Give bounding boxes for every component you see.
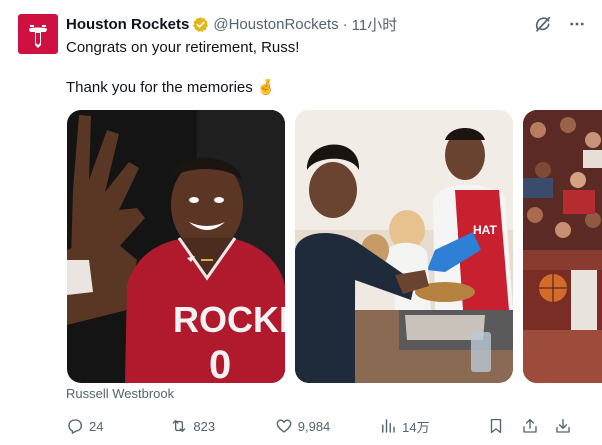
- header-actions: [534, 13, 586, 35]
- timestamp[interactable]: 11小时: [352, 14, 398, 35]
- views-button[interactable]: 14万: [379, 417, 487, 436]
- media-caption[interactable]: Russell Westbrook: [66, 386, 174, 401]
- bookmark-button[interactable]: [487, 417, 520, 435]
- repost-button[interactable]: 823: [170, 417, 274, 435]
- rockets-logo-icon: [29, 25, 47, 48]
- jersey-text: ROCKETS: [173, 299, 285, 340]
- download-icon: [556, 418, 571, 433]
- tweet-text: Congrats on your retirement, Russ! Thank…: [66, 38, 586, 98]
- author-name[interactable]: Houston Rockets: [66, 16, 189, 33]
- views-icon: [382, 419, 395, 433]
- reply-count: 24: [89, 418, 104, 434]
- tweet-text-line-2: Thank you for the memories 🤞: [66, 79, 276, 96]
- bookmark-icon: [491, 418, 502, 434]
- grok-icon[interactable]: [534, 15, 552, 33]
- download-button[interactable]: [554, 417, 578, 435]
- share-icon: [523, 418, 537, 433]
- repost-count: 823: [193, 418, 216, 434]
- avatar[interactable]: [18, 14, 58, 54]
- verified-badge-icon: [192, 16, 209, 33]
- apron-text: HAT: [473, 223, 497, 237]
- like-count: 9,984: [297, 418, 331, 434]
- media-photo-1[interactable]: ROCKETS 0: [67, 110, 285, 383]
- author-handle[interactable]: @HoustonRockets: [213, 16, 338, 33]
- reply-button[interactable]: 24: [66, 417, 170, 435]
- repost-icon: [173, 420, 186, 432]
- views-count: 14万: [402, 419, 430, 435]
- separator-dot: ·: [342, 15, 348, 33]
- media-photo-3[interactable]: [523, 110, 602, 383]
- media-carousel[interactable]: ROCKETS 0 HAT: [67, 110, 602, 383]
- jersey-number: 0: [209, 343, 231, 383]
- like-icon: [276, 419, 292, 433]
- tweet-text-line-1: Congrats on your retirement, Russ!: [66, 39, 300, 56]
- like-button[interactable]: 9,984: [275, 417, 379, 435]
- share-button[interactable]: [521, 417, 554, 435]
- action-bar: 24 823 9,984 14万: [66, 414, 578, 438]
- media-photo-2[interactable]: HAT: [295, 110, 513, 383]
- reply-icon: [68, 419, 83, 434]
- more-icon[interactable]: [568, 15, 586, 33]
- tweet-header: Houston Rockets @HoustonRockets · 11小时: [66, 13, 592, 35]
